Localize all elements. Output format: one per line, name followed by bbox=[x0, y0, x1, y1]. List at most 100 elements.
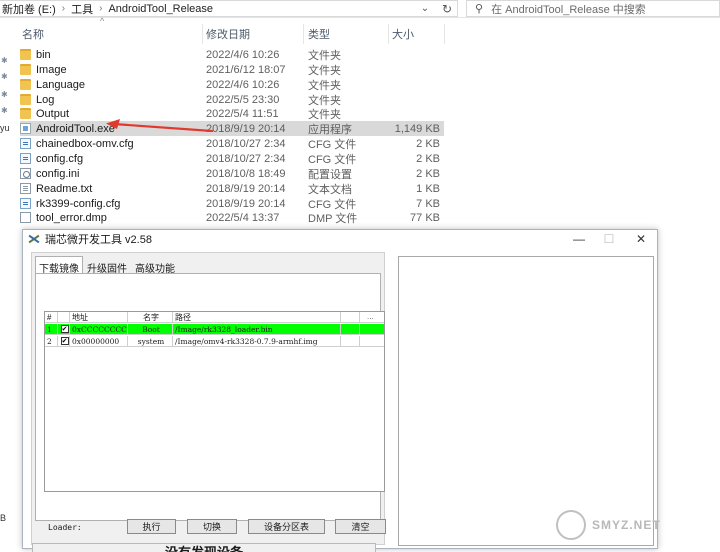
row-browse-button[interactable] bbox=[341, 336, 360, 347]
pin-icon[interactable]: ✱ bbox=[1, 72, 8, 81]
table-row[interactable]: 1 ✔ 0xCCCCCCCC Boot /Image/rk3328_loader… bbox=[45, 324, 384, 335]
row-address[interactable]: 0x00000000 bbox=[70, 336, 128, 347]
search-placeholder: 在 AndroidTool_Release 中搜索 bbox=[491, 3, 646, 16]
watermark-text: SMYZ.NET bbox=[592, 518, 661, 532]
file-name: Output bbox=[36, 107, 70, 120]
column-header-name[interactable]: 名称 bbox=[22, 24, 44, 44]
breadcrumb-chevron-icon[interactable]: › bbox=[99, 3, 102, 14]
row-browse-button[interactable] bbox=[341, 324, 360, 335]
refresh-icon[interactable]: ↻ bbox=[438, 1, 456, 16]
table-row[interactable]: 2 ✔ 0x00000000 system /Image/omv4-rk3328… bbox=[45, 336, 384, 347]
row-name[interactable]: Boot bbox=[128, 324, 173, 335]
maximize-button[interactable]: ☐ bbox=[593, 230, 625, 248]
close-button[interactable]: ✕ bbox=[625, 230, 657, 248]
pin-icon[interactable]: ✱ bbox=[1, 90, 8, 99]
column-divider[interactable] bbox=[202, 24, 203, 44]
minimize-button[interactable]: — bbox=[563, 230, 595, 248]
column-header-type[interactable]: 类型 bbox=[308, 24, 330, 44]
file-name: rk3399-config.cfg bbox=[36, 197, 121, 210]
row-checkbox[interactable]: ✔ bbox=[60, 337, 69, 345]
run-button[interactable]: 执行 bbox=[127, 519, 176, 534]
file-row[interactable]: Log 2022/5/5 23:30 文件夹 bbox=[20, 92, 444, 107]
file-row[interactable]: bin 2022/4/6 10:26 文件夹 bbox=[20, 47, 444, 62]
row-checkbox[interactable]: ✔ bbox=[60, 325, 69, 333]
column-divider[interactable] bbox=[444, 24, 445, 44]
breadcrumb-chevron-icon[interactable]: › bbox=[62, 3, 65, 14]
file-date: 2022/5/4 11:51 bbox=[206, 107, 279, 120]
exe-icon bbox=[20, 123, 31, 134]
file-type: 配置设置 bbox=[308, 168, 352, 181]
navigation-pane: ✱ ✱ ✱ ✱ yu B bbox=[0, 18, 10, 552]
partition-table-button[interactable]: 设备分区表 bbox=[248, 519, 325, 534]
file-name: Log bbox=[36, 93, 55, 106]
title-bar[interactable]: 瑞芯微开发工具 v2.58 bbox=[23, 230, 657, 248]
grid-header-more bbox=[341, 312, 360, 323]
log-output-area[interactable] bbox=[398, 256, 654, 546]
row-path[interactable]: /Image/rk3328_loader.bin bbox=[173, 324, 341, 335]
file-name: Image bbox=[36, 63, 67, 76]
file-size: 2 KB bbox=[416, 152, 440, 165]
file-date: 2022/5/4 13:37 bbox=[206, 211, 280, 224]
partition-grid: # 地址 名字 路径 1 ✔ 0xCCCCCCCC Boot /Image/rk… bbox=[44, 311, 385, 492]
file-row[interactable]: config.ini 2018/10/8 18:49 配置设置 2 KB bbox=[20, 166, 444, 181]
file-type: 文件夹 bbox=[308, 49, 341, 62]
file-size: 1,149 KB bbox=[394, 122, 440, 135]
row-address[interactable]: 0xCCCCCCCC bbox=[70, 324, 128, 335]
switch-button[interactable]: 切换 bbox=[187, 519, 237, 534]
file-date: 2018/10/27 2:34 bbox=[206, 152, 286, 165]
column-header-size[interactable]: 大小 bbox=[392, 24, 414, 44]
pin-icon[interactable]: ✱ bbox=[1, 56, 8, 65]
breadcrumb-folder[interactable]: AndroidTool_Release bbox=[108, 3, 213, 15]
file-date: 2022/4/6 10:26 bbox=[206, 78, 280, 91]
nav-label[interactable]: yu bbox=[0, 123, 10, 133]
file-size: 2 KB bbox=[416, 167, 440, 180]
file-size: 1 KB bbox=[416, 182, 440, 195]
nav-label[interactable]: B bbox=[0, 513, 6, 523]
folder-icon bbox=[20, 94, 31, 105]
loader-label: Loader: bbox=[48, 523, 82, 532]
column-divider[interactable] bbox=[388, 24, 389, 44]
cfg-file-icon bbox=[20, 153, 31, 164]
file-row-selected[interactable]: AndroidTool.exe 2018/9/19 20:14 应用程序 1,1… bbox=[20, 121, 444, 136]
tab-bar: 下载镜像 升级固件 高级功能 bbox=[35, 256, 179, 275]
row-path[interactable]: /Image/omv4-rk3328-0.7.9-armhf.img bbox=[173, 336, 341, 347]
file-name: chainedbox-omv.cfg bbox=[36, 137, 134, 150]
search-input[interactable]: ⚲ 在 AndroidTool_Release 中搜索 bbox=[466, 0, 720, 17]
pin-icon[interactable]: ✱ bbox=[1, 106, 8, 115]
tab-upgrade-firmware[interactable]: 升级固件 bbox=[83, 256, 131, 275]
file-row[interactable]: Readme.txt 2018/9/19 20:14 文本文档 1 KB bbox=[20, 181, 444, 196]
file-row[interactable]: config.cfg 2018/10/27 2:34 CFG 文件 2 KB bbox=[20, 151, 444, 166]
file-row[interactable]: Image 2021/6/12 18:07 文件夹 bbox=[20, 62, 444, 77]
file-type: 文件夹 bbox=[308, 64, 341, 77]
file-name: Language bbox=[36, 78, 85, 91]
column-divider[interactable] bbox=[303, 24, 304, 44]
file-type: 文件夹 bbox=[308, 108, 341, 121]
column-header-date[interactable]: 修改日期 bbox=[206, 24, 250, 44]
file-row[interactable]: Language 2022/4/6 10:26 文件夹 bbox=[20, 77, 444, 92]
breadcrumb-drive[interactable]: 新加卷 (E:) bbox=[2, 1, 56, 17]
file-row[interactable]: rk3399-config.cfg 2018/9/19 20:14 CFG 文件… bbox=[20, 196, 444, 211]
file-type: DMP 文件 bbox=[308, 212, 358, 225]
file-date: 2021/6/12 18:07 bbox=[206, 63, 286, 76]
address-bar-container: 新加卷 (E:) › 工具 › AndroidTool_Release ⌄ ↻ … bbox=[0, 0, 720, 18]
tab-advanced[interactable]: 高级功能 bbox=[131, 256, 179, 275]
file-row[interactable]: Output 2022/5/4 11:51 文件夹 bbox=[20, 106, 444, 121]
file-date: 2018/10/27 2:34 bbox=[206, 137, 286, 150]
tab-download-image[interactable]: 下载镜像 bbox=[35, 256, 83, 275]
clear-button[interactable]: 清空 bbox=[335, 519, 386, 534]
breadcrumb-tools[interactable]: 工具 bbox=[71, 1, 93, 17]
row-name[interactable]: system bbox=[128, 336, 173, 347]
grid-header-path: 路径 bbox=[173, 312, 341, 323]
file-date: 2018/9/19 20:14 bbox=[206, 197, 286, 210]
dmp-file-icon bbox=[20, 212, 31, 223]
grid-more-button[interactable]: ... bbox=[367, 312, 374, 321]
file-row[interactable]: chainedbox-omv.cfg 2018/10/27 2:34 CFG 文… bbox=[20, 136, 444, 151]
folder-icon bbox=[20, 49, 31, 60]
file-date: 2022/5/5 23:30 bbox=[206, 93, 280, 106]
file-date: 2018/10/8 18:49 bbox=[206, 167, 286, 180]
download-image-panel: # 地址 名字 路径 1 ✔ 0xCCCCCCCC Boot /Image/rk… bbox=[35, 273, 386, 534]
file-name: config.cfg bbox=[36, 152, 84, 165]
file-row[interactable]: tool_error.dmp 2022/5/4 13:37 DMP 文件 77 … bbox=[20, 210, 444, 225]
address-dropdown-icon[interactable]: ⌄ bbox=[416, 1, 434, 16]
address-bar[interactable]: 新加卷 (E:) › 工具 › AndroidTool_Release bbox=[0, 0, 458, 17]
